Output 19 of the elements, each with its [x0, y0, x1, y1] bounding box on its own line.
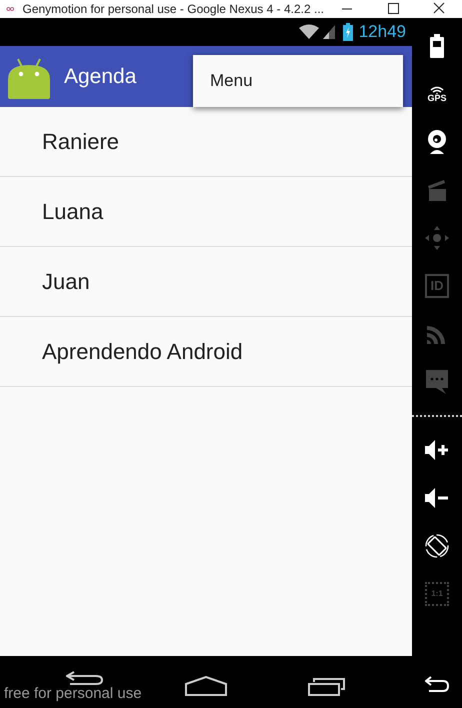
- battery-charging-icon: [342, 23, 353, 41]
- clock: 12h49: [358, 21, 406, 44]
- volume-down-icon[interactable]: [425, 488, 449, 508]
- signal-icon: [322, 25, 335, 39]
- wifi-icon: [298, 24, 319, 40]
- volume-up-icon[interactable]: [425, 440, 449, 460]
- webcam-icon[interactable]: [427, 130, 447, 154]
- menu-item[interactable]: Menu: [193, 55, 403, 107]
- rotate-icon[interactable]: [425, 534, 449, 558]
- app-logo-icon: [6, 5, 14, 13]
- license-notice: free for personal use: [4, 685, 142, 703]
- recent-apps-icon[interactable]: [308, 676, 346, 696]
- gps-button[interactable]: GPS: [427, 86, 446, 102]
- home-icon[interactable]: [185, 676, 227, 696]
- battery-icon[interactable]: [430, 34, 444, 58]
- app-title: Agenda: [64, 64, 136, 90]
- back-icon[interactable]: [66, 671, 104, 685]
- window-title: Genymotion for personal use - Google Nexus 4 - 4.2.2 ...: [22, 1, 324, 18]
- wireless-icon: [430, 86, 444, 94]
